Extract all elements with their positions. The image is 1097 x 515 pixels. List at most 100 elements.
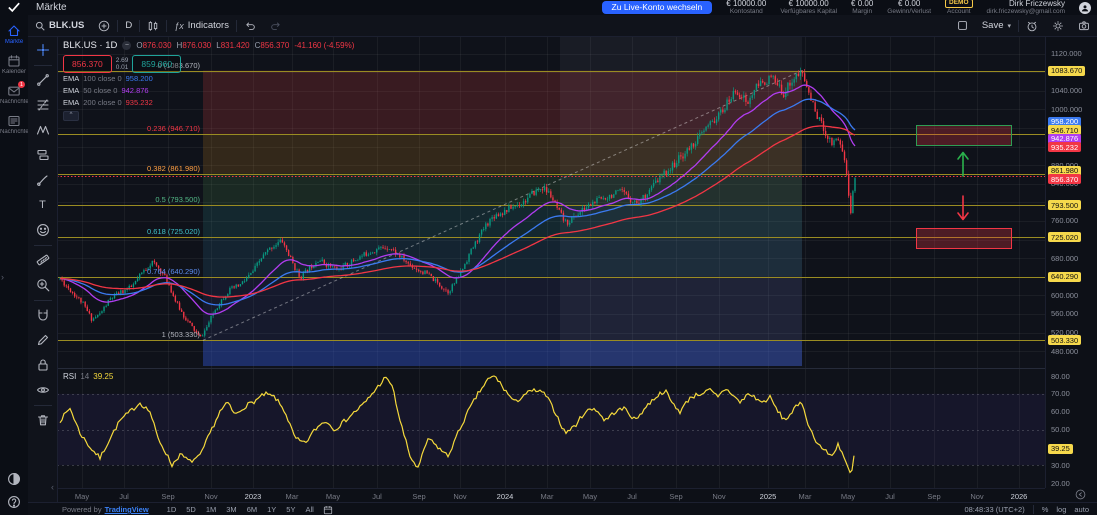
sell-button[interactable]: 856.370 xyxy=(63,55,112,73)
panel-toggle-button[interactable] xyxy=(950,20,975,31)
fib-level-label-0.618: 0.618 (725.020) xyxy=(147,227,200,236)
price-axis-tag: 856.370 xyxy=(1048,174,1081,184)
tool-crosshair[interactable] xyxy=(32,39,54,61)
range-button-6m[interactable]: 6M xyxy=(243,504,261,515)
news-icon xyxy=(7,114,21,128)
broker-logo-icon[interactable] xyxy=(0,2,28,13)
time-axis-label: Mar xyxy=(788,492,822,501)
tool-ruler[interactable] xyxy=(32,249,54,271)
undo-icon xyxy=(244,20,256,31)
compare-add-button[interactable] xyxy=(91,15,117,36)
sidebar-item-label: Nachrichten xyxy=(0,129,28,135)
time-axis-label: Nov xyxy=(443,492,477,501)
range-button-all[interactable]: All xyxy=(301,504,317,515)
time-axis-label: Jul xyxy=(360,492,394,501)
tool-forecast[interactable] xyxy=(32,144,54,166)
price-axis-tag: 935.232 xyxy=(1048,142,1081,152)
price-axis-tag: 793.500 xyxy=(1048,200,1081,210)
interval-button[interactable]: D xyxy=(118,15,139,36)
scenario-box-up[interactable] xyxy=(916,125,1012,146)
tool-brush[interactable] xyxy=(32,169,54,191)
range-button-1y[interactable]: 1Y xyxy=(263,504,280,515)
demo-badge: DEMO xyxy=(945,0,973,8)
notification-badge: 1 xyxy=(18,81,25,88)
chart-type-button[interactable] xyxy=(140,15,166,36)
time-axis-label: Nov xyxy=(960,492,994,501)
panel-square-icon xyxy=(957,20,968,31)
sidebar-item-kalender-1[interactable]: Kalender xyxy=(0,54,28,75)
settings-button[interactable] xyxy=(1045,20,1071,32)
time-axis[interactable]: MayJulSepNov2023MarMayJulSepNov2024MarMa… xyxy=(57,488,1045,503)
legend-collapse-icon[interactable]: − xyxy=(122,41,131,50)
rsi-current-value: 39.25 xyxy=(93,372,113,381)
go-to-date-button[interactable] xyxy=(318,503,338,515)
ema-legend-row-200[interactable]: EMA200 close 0935.232 xyxy=(63,98,354,109)
sidebar-item-märkte-0[interactable]: Märkte xyxy=(0,24,28,45)
percent-scale-button[interactable]: % xyxy=(1042,505,1049,514)
scenario-box-down[interactable] xyxy=(916,228,1012,249)
tool-xabcd-pattern[interactable] xyxy=(32,119,54,141)
trash-icon xyxy=(36,413,50,427)
range-button-1m[interactable]: 1M xyxy=(202,504,220,515)
scenario-arrow-up-icon[interactable] xyxy=(956,148,970,178)
price-axis-label: 60.00 xyxy=(1051,407,1070,416)
price-axis-label: 760.000 xyxy=(1051,216,1078,225)
price-axis-label: 600.000 xyxy=(1051,291,1078,300)
change-value: -41.160 (-4.59%) xyxy=(294,40,354,52)
auto-scale-button[interactable]: auto xyxy=(1074,505,1089,514)
avatar[interactable] xyxy=(1079,2,1091,14)
tool-lock[interactable] xyxy=(32,354,54,376)
tool-zoom-in[interactable] xyxy=(32,274,54,296)
switch-live-account-button[interactable]: Zu Live-Konto wechseln xyxy=(602,1,713,14)
tool-fib-retracement[interactable] xyxy=(32,94,54,116)
scroll-to-realtime-icon[interactable] xyxy=(1075,489,1086,500)
tradingview-link[interactable]: TradingView xyxy=(105,505,149,514)
undo-button[interactable] xyxy=(237,15,263,36)
tool-trash[interactable] xyxy=(32,409,54,431)
sidebar-expand-chevron[interactable]: › xyxy=(1,272,4,282)
symbol-search[interactable]: BLK.US xyxy=(28,15,91,36)
redo-button[interactable] xyxy=(263,15,289,36)
user-info: Dirk Friczewskydirk.friczewsky@gmail.com xyxy=(987,0,1065,16)
price-axis[interactable]: 480.000520.000560.000600.000640.000680.0… xyxy=(1045,36,1097,488)
alert-button[interactable] xyxy=(1019,20,1045,32)
calendar-icon xyxy=(7,54,21,68)
save-layout-button[interactable]: Save ▾ xyxy=(975,20,1018,31)
price-axis-label: 20.00 xyxy=(1051,479,1070,488)
symbol-name: BLK.US xyxy=(49,20,84,31)
trading-app: Märkte Zu Live-Konto wechseln € 10000.00… xyxy=(0,0,1097,515)
tool-eye[interactable] xyxy=(32,379,54,401)
fib-level-label-0.5: 0.5 (793.500) xyxy=(155,195,200,204)
ema-legend-row-100[interactable]: EMA100 close 0958.200 xyxy=(63,74,354,85)
snapshot-button[interactable] xyxy=(1071,20,1097,32)
theme-contrast-icon[interactable] xyxy=(7,472,21,486)
range-button-1d[interactable]: 1D xyxy=(163,504,181,515)
time-axis-label: Nov xyxy=(702,492,736,501)
range-button-5y[interactable]: 5Y xyxy=(282,504,299,515)
drawing-toolbar: T xyxy=(28,36,58,502)
indicators-button[interactable]: ƒx Indicators xyxy=(167,15,236,36)
xabcd-pattern-icon xyxy=(36,123,50,137)
legend-collapse-chip[interactable]: ^ xyxy=(63,111,79,121)
tool-edit[interactable] xyxy=(32,329,54,351)
tool-trend-line[interactable] xyxy=(32,69,54,91)
sidebar-item-nachrichten-3[interactable]: Nachrichten xyxy=(0,114,28,135)
help-icon[interactable] xyxy=(7,495,21,509)
buy-button[interactable]: 859.060 xyxy=(132,55,181,73)
tool-emoji[interactable] xyxy=(32,219,54,241)
clock-utc[interactable]: 08:48:33 (UTC+2) xyxy=(964,505,1024,514)
price-axis-label: 70.00 xyxy=(1051,389,1070,398)
legend-symbol[interactable]: BLK.US · 1D xyxy=(63,39,117,53)
range-button-3m[interactable]: 3M xyxy=(222,504,240,515)
log-scale-button[interactable]: log xyxy=(1056,505,1066,514)
tool-text[interactable]: T xyxy=(32,194,54,216)
ema-legend-row-50[interactable]: EMA50 close 0942.876 xyxy=(63,86,354,97)
toolbar-collapse-chevron[interactable]: ‹ xyxy=(51,482,54,492)
stat-verfuegbares-kapital: € 10000.00Verfügbares Kapital xyxy=(780,0,837,16)
sidebar-item-nachrichten-2[interactable]: 1Nachrichten xyxy=(0,84,28,105)
tool-magnet[interactable] xyxy=(32,304,54,326)
time-axis-label: May xyxy=(316,492,350,501)
range-button-5d[interactable]: 5D xyxy=(182,504,200,515)
time-axis-label: Jul xyxy=(615,492,649,501)
scenario-arrow-down-icon[interactable] xyxy=(956,194,970,224)
